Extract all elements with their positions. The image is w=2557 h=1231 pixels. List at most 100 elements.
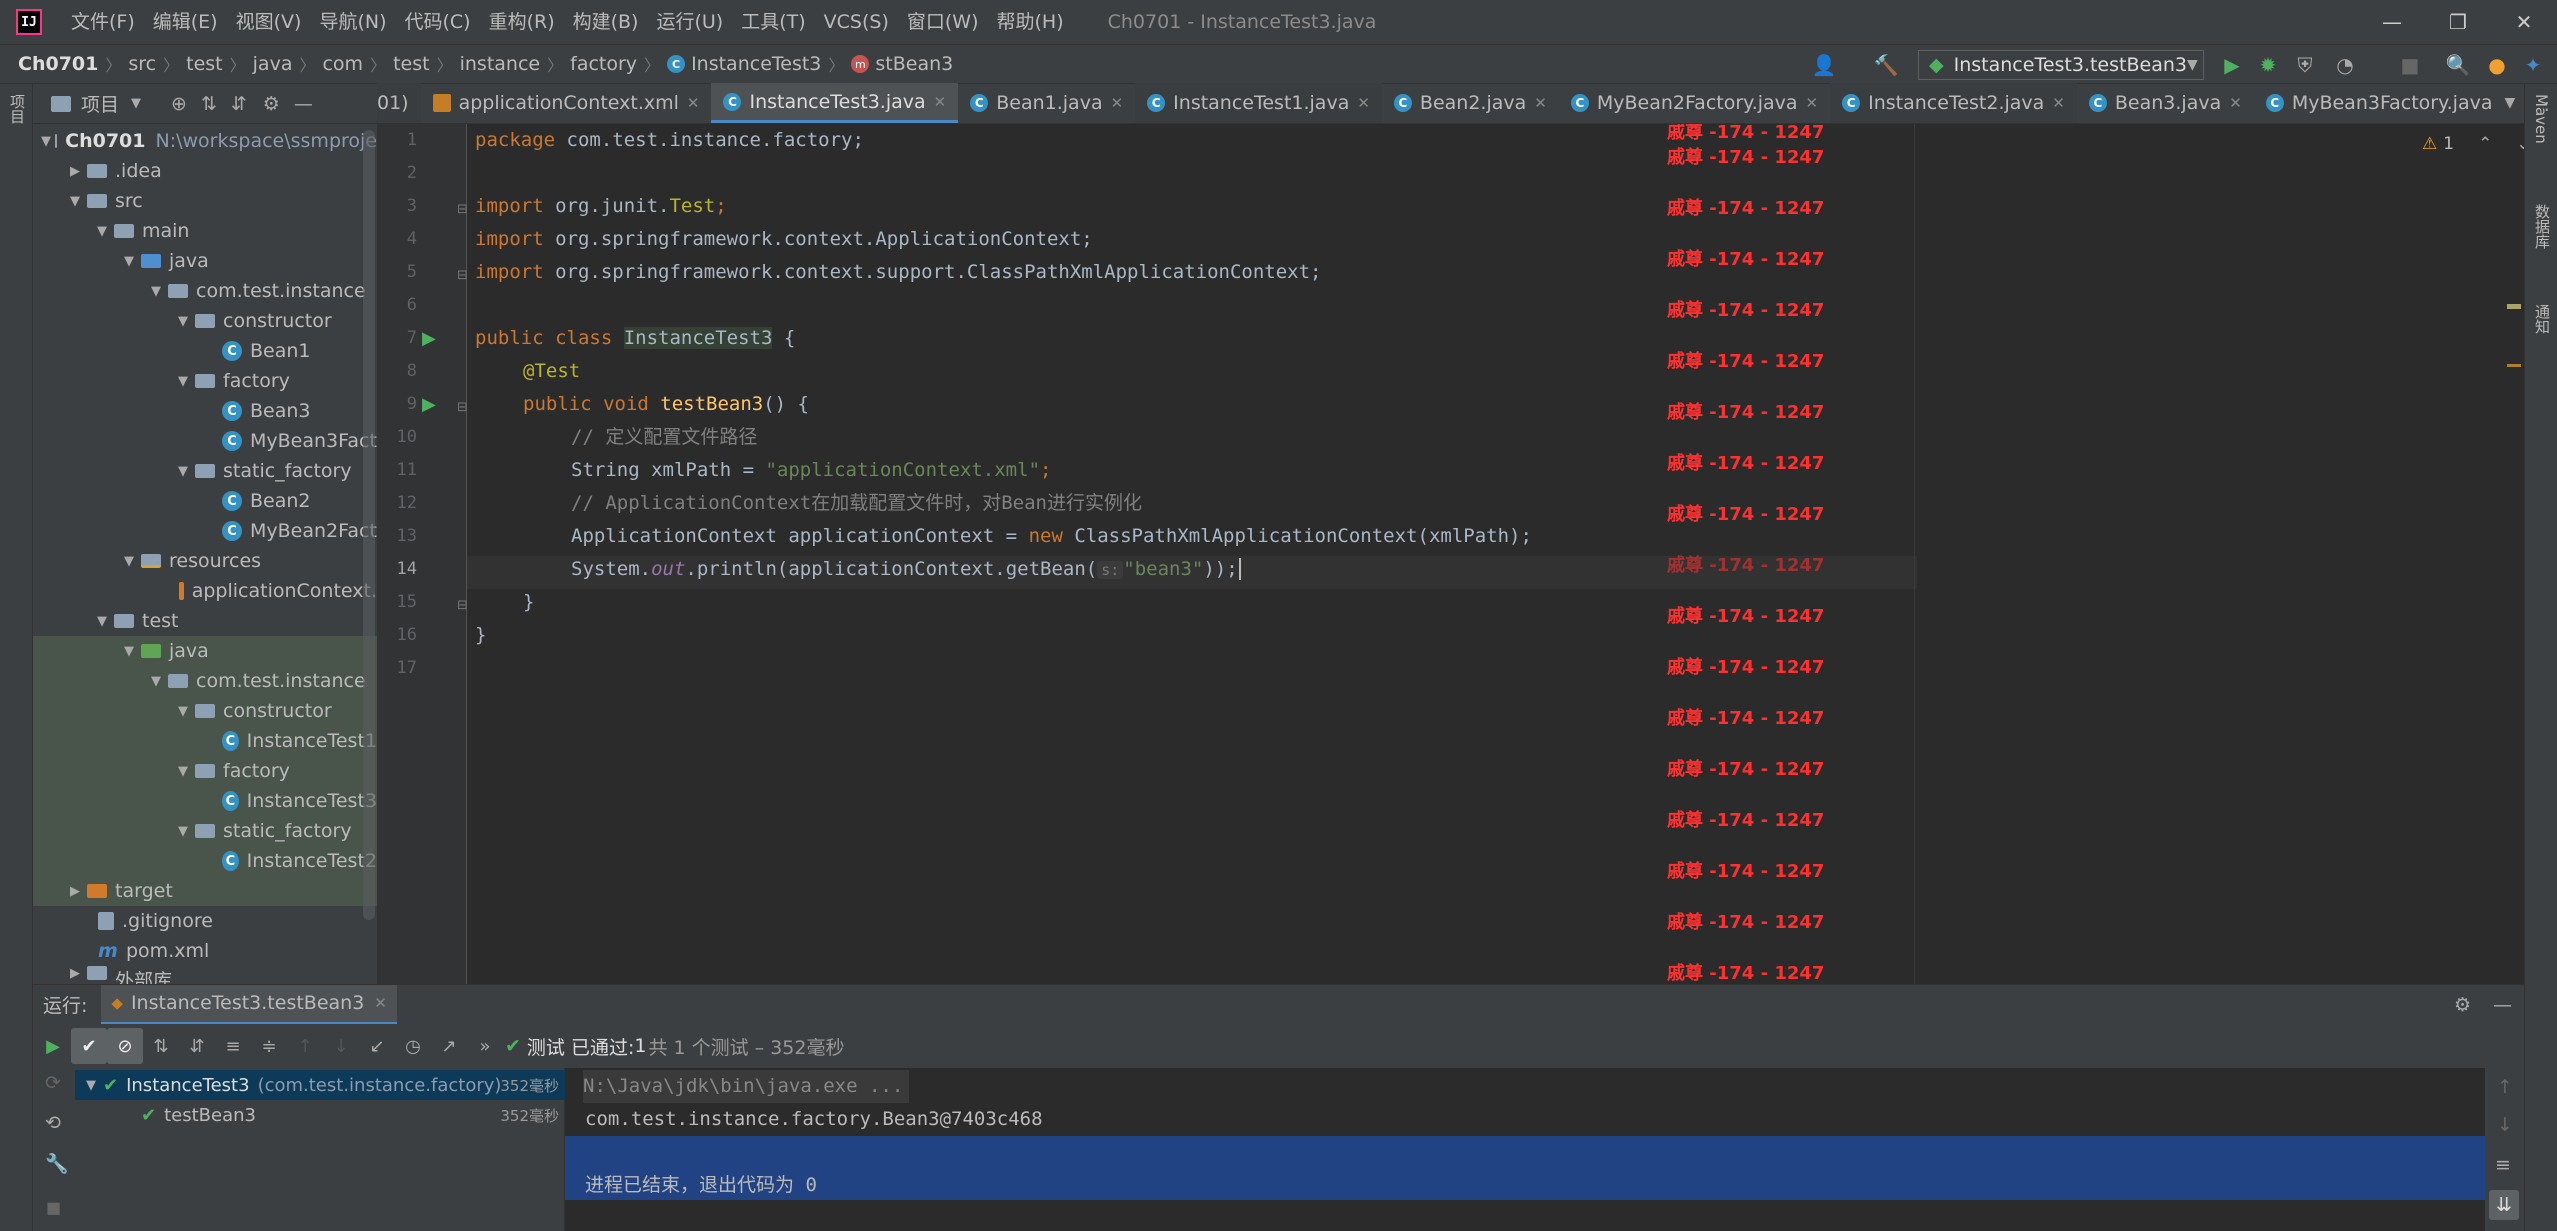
close-icon[interactable]: ✕ [934, 93, 947, 111]
debug-icon[interactable]: ✹ [2256, 53, 2280, 77]
close-icon[interactable]: ✕ [1357, 94, 1370, 112]
tree-item-test-static-factory[interactable]: ▼ static_factory [33, 816, 377, 846]
project-panel-title[interactable]: 项目 [81, 90, 119, 117]
chevron-down-icon[interactable]: ▼ [121, 254, 137, 269]
breadcrumb-test[interactable]: test [186, 53, 223, 75]
tab-applicationcontext-xml[interactable]: applicationContext.xml ✕ [421, 83, 712, 123]
chevron-right-icon[interactable]: ▶ [67, 164, 83, 179]
locate-icon[interactable]: ⊕ [171, 93, 187, 115]
chevron-down-icon[interactable]: ▼ [175, 374, 191, 389]
tree-item-external-libs[interactable]: ▶ 外部库 [33, 966, 377, 984]
run-configuration-selector[interactable]: ◆ InstanceTest3.testBean3 ▼ [1918, 50, 2204, 80]
test-suite-row[interactable]: ▼ ✔ InstanceTest3 (com.test.instance.fac… [75, 1070, 565, 1100]
close-icon[interactable]: ✕ [1806, 94, 1819, 112]
scroll-to-end-icon[interactable]: ⇊ [2489, 1190, 2519, 1220]
chevron-down-icon[interactable]: ▼ [175, 764, 191, 779]
history-icon[interactable]: ◷ [395, 1028, 431, 1064]
chevron-down-icon[interactable]: ▼ [67, 194, 83, 209]
tab-instancetest2[interactable]: C InstanceTest2.java ✕ [1830, 83, 2077, 123]
scrollbar-marker[interactable] [2507, 364, 2521, 367]
minimize-icon[interactable]: — [2359, 0, 2425, 44]
chevron-down-icon[interactable]: ▼ [148, 674, 164, 689]
tree-item-instancetest2[interactable]: C InstanceTest2 [33, 846, 377, 876]
menu-edit[interactable]: 编辑(E) [144, 0, 227, 44]
breadcrumb-class[interactable]: InstanceTest3 [691, 53, 821, 75]
run-test-gutter-icon[interactable]: ▶ [422, 328, 436, 349]
build-hammer-icon[interactable]: 🔨 [1874, 53, 1899, 77]
tab-bean1[interactable]: C Bean1.java ✕ [958, 83, 1135, 123]
stop-icon[interactable]: ■ [2398, 53, 2422, 77]
close-icon[interactable]: ✕ [1534, 94, 1547, 112]
export-icon[interactable]: ↗ [431, 1028, 467, 1064]
tree-item-instancetest3[interactable]: C InstanceTest3 [33, 786, 377, 816]
coverage-icon[interactable]: ⛨ [2293, 53, 2317, 77]
chevron-down-icon[interactable]: ▼ [175, 824, 191, 839]
expand-all-icon[interactable]: ⇅ [201, 93, 217, 115]
tree-item-resources[interactable]: ▼ resources [33, 546, 377, 576]
update-icon[interactable]: ● [2485, 53, 2509, 77]
chevron-down-icon[interactable]: ▼ [148, 284, 164, 299]
tree-item-mybean2factory[interactable]: C MyBean2Fact [33, 516, 377, 546]
gear-icon[interactable]: ⚙ [2454, 994, 2471, 1016]
tab-mybean3factory[interactable]: C MyBean3Factory.java [2254, 83, 2505, 123]
intellij-logo-icon[interactable]: IJ [16, 9, 42, 35]
tab-partial[interactable]: 01) [377, 83, 421, 123]
tab-instancetest1[interactable]: C InstanceTest1.java ✕ [1135, 83, 1382, 123]
tree-item-mybean3factory[interactable]: C MyBean3Fact [33, 426, 377, 456]
run-icon[interactable]: ▶ [2220, 53, 2244, 77]
ide-features-icon[interactable]: ✦ [2521, 53, 2545, 77]
run-test-gutter-icon[interactable]: ▶ [422, 394, 436, 415]
show-ignored-icon[interactable]: ⊘ [107, 1028, 143, 1064]
tab-mybean2factory[interactable]: C MyBean2Factory.java ✕ [1559, 83, 1830, 123]
scrollbar-marker[interactable] [2507, 304, 2521, 309]
menu-view[interactable]: 视图(V) [227, 0, 311, 44]
menu-file[interactable]: 文件(F) [62, 0, 144, 44]
tree-item-bean1[interactable]: C Bean1 [33, 336, 377, 366]
sort-duration-icon[interactable]: ⇵ [179, 1028, 215, 1064]
tab-bean3[interactable]: C Bean3.java ✕ [2077, 83, 2254, 123]
menu-navigate[interactable]: 导航(N) [310, 0, 395, 44]
show-passed-icon[interactable]: ✔ [71, 1028, 107, 1064]
hide-icon[interactable]: — [2493, 994, 2512, 1016]
tree-item-main-java[interactable]: ▼ java [33, 246, 377, 276]
stop-icon[interactable]: ■ [46, 1198, 61, 1217]
test-case-row[interactable]: ✔ testBean3 352毫秒 [75, 1100, 565, 1130]
console-line[interactable]: N:\Java\jdk\bin\java.exe ... [583, 1070, 910, 1103]
tree-item-bean3[interactable]: C Bean3 [33, 396, 377, 426]
arrow-up-icon[interactable]: ↑ [2497, 1076, 2513, 1098]
tree-item-target[interactable]: ▶ target [33, 876, 377, 906]
soft-wrap-icon[interactable]: ≡ [2495, 1154, 2511, 1176]
breadcrumb-project[interactable]: Ch0701 [18, 53, 98, 75]
tab-instancetest3[interactable]: C InstanceTest3.java ✕ [711, 83, 959, 123]
database-tool-button[interactable]: 数据库 [2532, 204, 2553, 249]
console-output[interactable]: N:\Java\jdk\bin\java.exe ... com.test.in… [565, 1068, 2485, 1231]
tree-item-test-package[interactable]: ▼ com.test.instance [33, 666, 377, 696]
chevron-down-icon[interactable]: ▼ [131, 96, 141, 111]
previous-failed-icon[interactable]: ↑ [287, 1028, 323, 1064]
more-icon[interactable]: ⋮ [2537, 92, 2556, 114]
menu-code[interactable]: 代码(C) [395, 0, 479, 44]
project-tool-button[interactable]: 项目 [7, 94, 28, 124]
tree-item-static-factory[interactable]: ▼ static_factory [33, 456, 377, 486]
rerun-icon[interactable]: ▶ [35, 1028, 71, 1064]
chevron-right-icon[interactable]: ▶ [67, 966, 83, 981]
breadcrumb-com[interactable]: com [322, 53, 363, 75]
menu-run[interactable]: 运行(U) [647, 0, 732, 44]
next-failed-icon[interactable]: ↓ [323, 1028, 359, 1064]
expand-all-icon[interactable]: ≡ [215, 1028, 251, 1064]
chevron-down-icon[interactable]: ▼ [121, 644, 137, 659]
chevron-down-icon[interactable]: ▼ [41, 134, 51, 149]
tree-item-package[interactable]: ▼ com.test.instance [33, 276, 377, 306]
chevron-right-icon[interactable]: ▶ [67, 884, 83, 899]
breadcrumb-java[interactable]: java [253, 53, 293, 75]
menu-help[interactable]: 帮助(H) [988, 0, 1073, 44]
chevron-down-icon[interactable]: ▼ [94, 224, 110, 239]
menu-window[interactable]: 窗口(W) [898, 0, 988, 44]
tree-item-pom[interactable]: m pom.xml [33, 936, 377, 966]
chevron-down-icon[interactable]: ▼ [175, 704, 191, 719]
tree-item-test[interactable]: ▼ test [33, 606, 377, 636]
close-icon[interactable]: ✕ [374, 994, 387, 1012]
more-actions-icon[interactable]: » [467, 1028, 503, 1064]
chevron-down-icon[interactable]: ▼ [2505, 95, 2516, 111]
tree-item-factory[interactable]: ▼ factory [33, 366, 377, 396]
